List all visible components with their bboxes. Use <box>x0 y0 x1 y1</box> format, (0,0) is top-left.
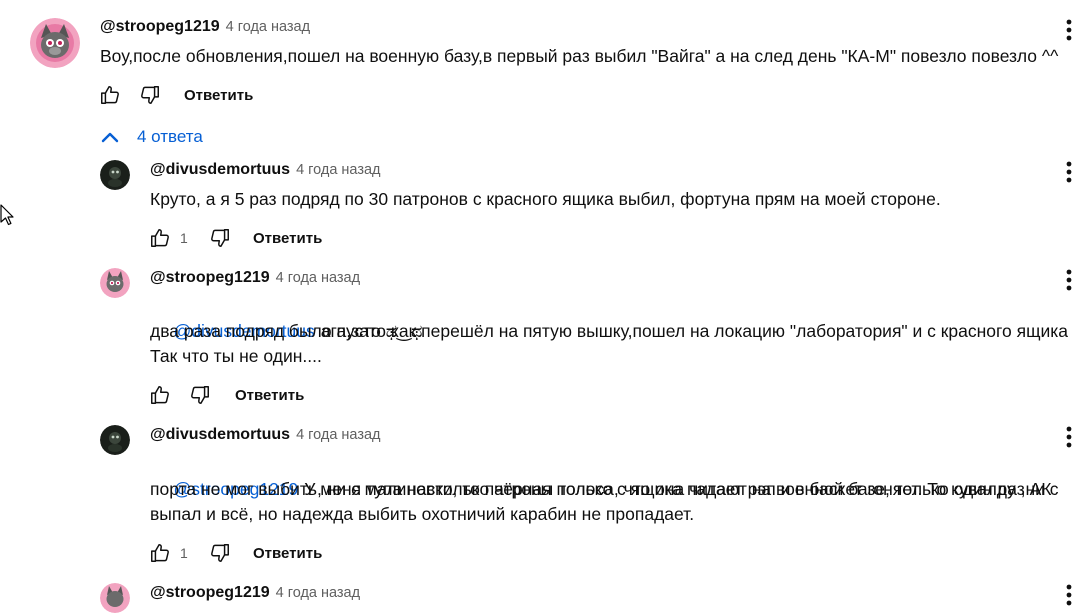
avatar[interactable] <box>100 425 130 455</box>
thumbs-up-icon[interactable] <box>95 80 125 110</box>
replies-toggle-button[interactable]: 4 ответа <box>100 124 203 150</box>
mouse-pointer-icon <box>0 204 14 231</box>
thumbs-down-icon[interactable] <box>185 380 215 410</box>
thumbs-down-icon[interactable] <box>205 223 235 253</box>
more-vert-icon[interactable] <box>1064 16 1074 44</box>
more-vert-icon[interactable] <box>1064 423 1074 451</box>
thumbs-up-icon[interactable] <box>145 223 175 253</box>
like-count: 1 <box>180 545 188 561</box>
reply-button[interactable]: Ответить <box>235 387 304 404</box>
author-name[interactable]: @stroopeg1219 <box>150 269 270 286</box>
avatar[interactable] <box>30 18 80 68</box>
more-vert-icon[interactable] <box>1064 158 1074 186</box>
avatar[interactable] <box>100 268 130 298</box>
avatar[interactable] <box>100 160 130 190</box>
comment-text-line: порта не мог выбить, ни с малиновки, то … <box>150 479 1052 499</box>
comment-text-line: два раза подряд было пусто ಥ‿ಥ <box>150 321 423 341</box>
comment-text: Круто, а я 5 раз подряд по 30 патронов с… <box>150 189 941 209</box>
comment-header: @stroopeg1219 4 года назад <box>100 18 310 36</box>
comment-header: @stroopeg1219 4 года назад <box>150 584 360 602</box>
comment-actions: 1 Ответить <box>145 223 322 253</box>
thumbs-down-icon[interactable] <box>205 538 235 568</box>
like-count: 1 <box>180 230 188 246</box>
replies-count-label: 4 ответа <box>137 127 203 146</box>
timestamp[interactable]: 4 года назад <box>296 427 380 443</box>
author-name[interactable]: @divusdemortuus <box>150 161 290 178</box>
timestamp[interactable]: 4 года назад <box>226 19 310 35</box>
comment-text: Воу,после обновления,пошел на военную ба… <box>100 46 1059 66</box>
thumbs-down-icon[interactable] <box>135 80 165 110</box>
more-vert-icon[interactable] <box>1064 266 1074 294</box>
reply-button[interactable]: Ответить <box>253 545 322 562</box>
comment-header: @divusdemortuus 4 года назад <box>150 426 381 444</box>
comment-actions: 1 Ответить <box>145 538 322 568</box>
author-name[interactable]: @divusdemortuus <box>150 426 290 443</box>
reply-button[interactable]: Ответить <box>253 230 322 247</box>
thumbs-up-icon[interactable] <box>145 380 175 410</box>
more-vert-icon[interactable] <box>1064 581 1074 609</box>
comment-actions: Ответить <box>145 380 304 410</box>
comment-text-line: Так что ты не один.... <box>150 346 322 366</box>
author-name[interactable]: @stroopeg1219 <box>150 584 270 601</box>
timestamp[interactable]: 4 года назад <box>276 585 360 601</box>
comment-actions: Ответить <box>95 80 253 110</box>
chevron-up-icon <box>100 130 128 144</box>
comment-header: @divusdemortuus 4 года назад <box>150 161 381 179</box>
avatar[interactable] <box>100 583 130 613</box>
reply-button[interactable]: Ответить <box>184 87 253 104</box>
comment-text: ага,зато как перешёл на пятую вышку,поше… <box>320 321 1069 341</box>
timestamp[interactable]: 4 года назад <box>276 270 360 286</box>
comment-header: @stroopeg1219 4 года назад <box>150 269 360 287</box>
thumbs-up-icon[interactable] <box>145 538 175 568</box>
author-name[interactable]: @stroopeg1219 <box>100 18 220 35</box>
timestamp[interactable]: 4 года назад <box>296 162 380 178</box>
comment-text-line: выпал и всё, но надежда выбить охотничий… <box>150 504 695 524</box>
